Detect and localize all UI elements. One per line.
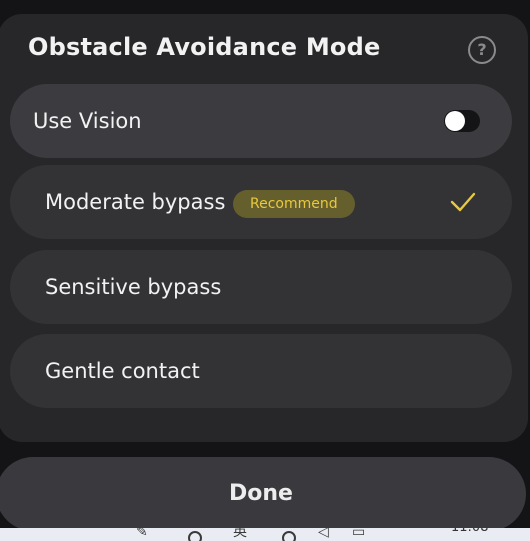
battery-icon[interactable]: ▭ (352, 528, 365, 540)
option-sensitive-bypass[interactable]: Sensitive bypass (10, 250, 512, 324)
use-vision-label: Use Vision (33, 109, 142, 133)
use-vision-row[interactable]: Use Vision (10, 84, 512, 158)
option-label: Sensitive bypass (45, 275, 222, 299)
option-moderate-bypass[interactable]: Moderate bypass Recommend (10, 165, 512, 239)
volume-icon[interactable]: ◁ (318, 528, 329, 540)
sync-icon[interactable] (188, 531, 202, 541)
done-button[interactable]: Done (0, 457, 526, 531)
taskbar: ✎ 英 ◁ ▭ 11:08 (0, 528, 530, 541)
option-label: Moderate bypass (45, 190, 226, 214)
obstacle-avoidance-dialog: Obstacle Avoidance Mode ? Use Vision Mod… (0, 14, 528, 442)
dialog-title: Obstacle Avoidance Mode (28, 33, 381, 61)
recommend-badge: Recommend (233, 190, 355, 218)
option-gentle-contact[interactable]: Gentle contact (10, 334, 512, 408)
help-icon[interactable]: ? (468, 36, 496, 64)
toggle-knob (445, 111, 465, 131)
ime-indicator[interactable]: 英 (233, 528, 247, 540)
taskbar-clock[interactable]: 11:08 (451, 528, 488, 536)
use-vision-toggle[interactable] (444, 110, 480, 132)
check-icon (450, 192, 476, 212)
app-screen: Obstacle Avoidance Mode ? Use Vision Mod… (0, 0, 530, 541)
network-icon[interactable] (282, 531, 296, 541)
option-label: Gentle contact (45, 359, 200, 383)
pen-icon[interactable]: ✎ (136, 528, 148, 540)
